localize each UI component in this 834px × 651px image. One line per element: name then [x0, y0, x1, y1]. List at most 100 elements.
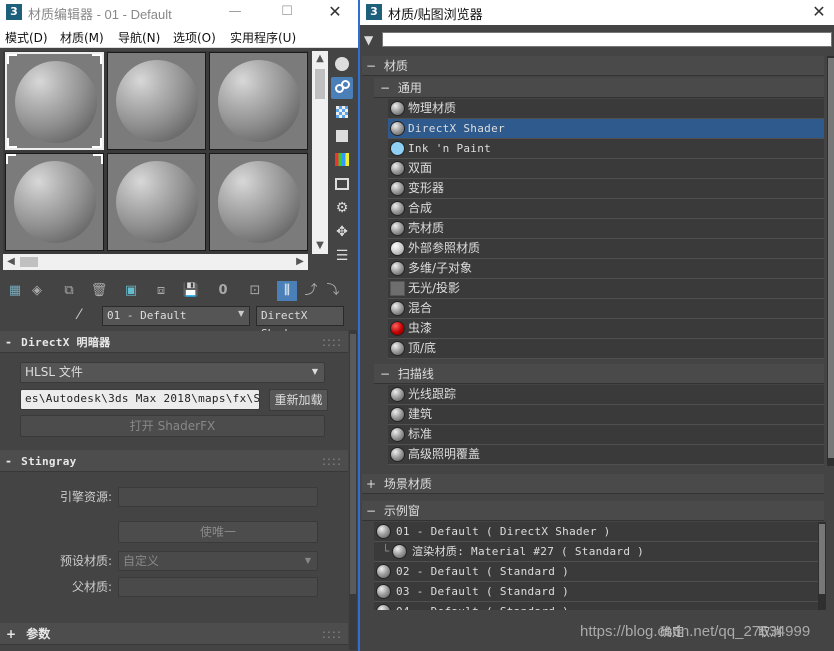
sample-slot-item[interactable]: 03 - Default ( Standard ) [374, 582, 824, 602]
delete-icon[interactable]: 🗑 [89, 281, 109, 301]
copy-material-icon[interactable]: ▣ [121, 281, 141, 301]
list-item[interactable]: 光线跟踪 [388, 385, 824, 405]
sample-slot-subitem[interactable]: └ 渲染材质: Material #27 ( Standard ) [374, 542, 824, 562]
list-item[interactable]: 虫漆 [388, 319, 824, 339]
put-to-scene-icon[interactable]: ◈ [27, 281, 47, 301]
list-item[interactable]: 标准 [388, 425, 824, 445]
scroll-down-icon[interactable]: ▼ [312, 238, 328, 254]
sample-slot[interactable] [107, 153, 206, 251]
rollout-drag-handle[interactable]: :::: [322, 331, 342, 353]
sample-slot[interactable] [5, 153, 104, 251]
list-item[interactable]: 混合 [388, 299, 824, 319]
list-item[interactable]: 变形器 [388, 179, 824, 199]
list-item[interactable]: 顶/底 [388, 339, 824, 359]
options-dropdown-icon[interactable]: ▼ [364, 33, 373, 47]
rollout-drag-handle[interactable]: :::: [322, 450, 342, 472]
select-by-material-icon[interactable]: ✥ [331, 221, 353, 243]
list-item[interactable]: 高级照明覆盖 [388, 445, 824, 465]
get-material-icon[interactable]: ▦ [5, 281, 25, 301]
engine-resource-field[interactable] [118, 487, 318, 507]
list-item[interactable]: Ink 'n Paint [388, 139, 824, 159]
backlight-icon[interactable] [331, 77, 353, 99]
go-to-parent-icon[interactable]: ⤴ [301, 281, 321, 301]
parameters-rollout-header[interactable]: + 参数 :::: [0, 623, 348, 645]
menu-options[interactable]: 选项(O) [173, 29, 216, 46]
material-navigator-icon[interactable]: ☰ [331, 245, 353, 267]
material-type-button[interactable]: DirectX Shader [256, 306, 344, 340]
close-button[interactable]: ✕ [312, 0, 358, 25]
materials-section-header[interactable]: − 材质 [362, 56, 824, 76]
list-item[interactable]: 多维/子对象 [388, 259, 824, 279]
list-item[interactable]: 建筑 [388, 405, 824, 425]
menu-mode[interactable]: 模式(D) [5, 29, 48, 46]
sample-slot-item[interactable]: 01 - Default ( DirectX Shader ) [374, 522, 824, 542]
scene-materials-section-header[interactable]: + 场景材质 [362, 474, 824, 494]
video-color-check-icon[interactable] [331, 149, 353, 171]
scroll-left-icon[interactable]: ◀ [3, 254, 19, 270]
scroll-thumb[interactable] [828, 58, 834, 458]
stingray-rollout-header[interactable]: - Stingray :::: [0, 450, 348, 472]
make-unique-icon[interactable]: ⧈ [151, 281, 171, 301]
minimize-button[interactable]: — [212, 0, 258, 25]
make-unique-button[interactable]: 使唯一 [118, 521, 318, 543]
general-group-header[interactable]: − 通用 [374, 78, 824, 98]
list-item[interactable]: 双面 [388, 159, 824, 179]
slots-horizontal-scrollbar[interactable]: ◀ ▶ [3, 254, 308, 270]
shader-path-field[interactable]: es\Autodesk\3ds Max 2018\maps\fx\Standa [20, 389, 260, 410]
list-item[interactable]: 外部参照材质 [388, 239, 824, 259]
go-forward-sibling-icon[interactable]: ⤵ [323, 281, 343, 301]
sample-slot[interactable] [5, 52, 104, 150]
chevron-down-icon[interactable]: ▼ [238, 309, 244, 318]
scroll-up-icon[interactable]: ▲ [312, 51, 328, 67]
preset-material-dropdown[interactable]: 自定义 ▼ [118, 551, 318, 571]
materials-scrollbar[interactable] [827, 56, 834, 466]
list-item[interactable]: DirectX Shader [388, 119, 824, 139]
sample-slot-item[interactable]: 02 - Default ( Standard ) [374, 562, 824, 582]
sample-slot[interactable] [209, 153, 308, 251]
put-to-library-icon[interactable]: 💾 [181, 281, 201, 301]
shader-type-dropdown[interactable]: HLSL 文件 ▼ [20, 362, 325, 383]
rollout-title: 参数 [26, 627, 51, 641]
scroll-thumb[interactable] [819, 524, 825, 594]
scroll-thumb[interactable] [315, 69, 325, 99]
directx-shader-rollout-header[interactable]: - DirectX 明暗器 :::: [0, 331, 348, 353]
sample-type-icon[interactable] [331, 53, 353, 75]
options-icon[interactable]: ⚙ [331, 197, 353, 219]
reload-button[interactable]: 重新加载 [269, 389, 328, 411]
list-item[interactable]: 物理材质 [388, 99, 824, 119]
menu-material[interactable]: 材质(M) [60, 29, 104, 46]
menu-utilities[interactable]: 实用程序(U) [230, 29, 296, 46]
menu-navigation[interactable]: 导航(N) [118, 29, 160, 46]
assign-to-selection-icon[interactable]: ⧉ [59, 281, 79, 301]
material-name-field[interactable]: 01 - Default [102, 306, 250, 326]
maximize-button[interactable]: ☐ [264, 0, 310, 25]
scanline-group-header[interactable]: − 扫描线 [374, 364, 824, 384]
material-editor-titlebar: 3 材质编辑器 - 01 - Default — ☐ ✕ [0, 0, 358, 25]
search-input[interactable] [382, 32, 832, 47]
sample-slots-scrollbar[interactable] [818, 522, 826, 612]
show-end-result-icon[interactable]: ⫼ [277, 281, 297, 301]
list-item[interactable]: 壳材质 [388, 219, 824, 239]
close-button[interactable]: ✕ [796, 0, 834, 25]
scroll-right-icon[interactable]: ▶ [292, 254, 308, 270]
sample-slots-section-header[interactable]: − 示例窗 [362, 501, 824, 521]
scroll-thumb[interactable] [20, 257, 38, 267]
scroll-thumb[interactable] [350, 334, 356, 594]
material-id-channel-icon[interactable]: 0 [213, 281, 233, 301]
eyedropper-icon[interactable]: ⁄ [78, 307, 80, 323]
material-editor-window: 3 材质编辑器 - 01 - Default — ☐ ✕ 模式(D) 材质(M)… [0, 0, 358, 651]
sample-slot[interactable] [107, 52, 206, 150]
sample-slot[interactable] [209, 52, 308, 150]
rollouts-scrollbar[interactable] [349, 330, 357, 650]
rollout-drag-handle[interactable]: :::: [322, 623, 342, 645]
material-sphere-icon [390, 261, 405, 276]
sample-uv-tiling-icon[interactable] [331, 125, 353, 147]
background-checker-icon[interactable] [331, 101, 353, 123]
list-item[interactable]: 无光/投影 [388, 279, 824, 299]
parent-material-field[interactable] [118, 577, 318, 597]
make-preview-icon[interactable] [331, 173, 353, 195]
list-item[interactable]: 合成 [388, 199, 824, 219]
open-shaderfx-button[interactable]: 打开 ShaderFX [20, 415, 325, 437]
show-shaded-material-icon[interactable]: ⊡ [245, 281, 265, 301]
slots-vertical-scrollbar[interactable]: ▲ ▼ [312, 51, 328, 254]
